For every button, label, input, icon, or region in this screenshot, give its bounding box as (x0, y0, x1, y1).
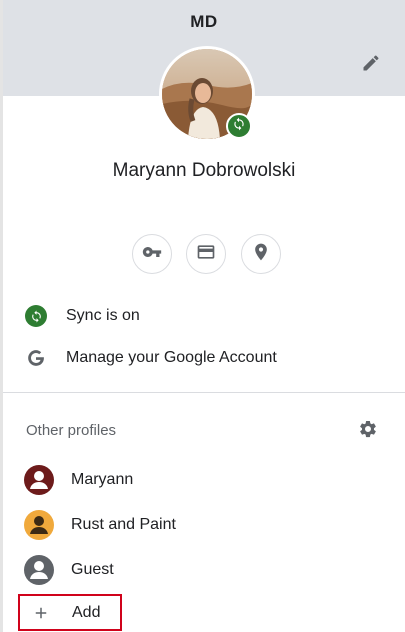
gear-icon (358, 419, 378, 444)
manage-account-label: Manage your Google Account (66, 349, 277, 366)
key-icon (142, 242, 162, 267)
edit-profile-button[interactable] (358, 52, 384, 78)
profile-name: Maryann Dobrowolski (112, 160, 296, 181)
plus-icon (30, 602, 52, 624)
sync-label: Sync is on (66, 307, 140, 324)
addresses-button[interactable] (241, 234, 281, 274)
sync-icon (232, 117, 246, 136)
profile-menu: MD Maryann Dobrowolski Sync is on Manage… (0, 0, 405, 632)
manage-account-row[interactable]: Manage your Google Account (24, 344, 277, 372)
add-profile-label: Add (72, 603, 101, 621)
profile-initials: MD (190, 12, 218, 31)
manage-profiles-button[interactable] (356, 419, 380, 443)
sync-status-icon-wrap (24, 304, 48, 328)
sync-row[interactable]: Sync is on (24, 302, 140, 330)
profile-name-label: Maryann (71, 471, 134, 488)
profile-item-maryann[interactable]: Maryann (24, 464, 133, 496)
quick-actions (132, 234, 282, 274)
section-divider (3, 392, 405, 393)
other-profiles-heading: Other profiles (26, 422, 117, 439)
sync-status-badge (226, 113, 252, 139)
profile-name-label: Rust and Paint (71, 516, 176, 533)
google-g-icon (24, 346, 48, 370)
profile-item-rust-and-paint[interactable]: Rust and Paint (24, 509, 176, 541)
profile-avatar-icon (24, 555, 54, 585)
profile-avatar-icon (24, 465, 54, 495)
profile-name-label: Guest (71, 561, 114, 578)
profile-item-guest[interactable]: Guest (24, 554, 114, 586)
add-profile-button[interactable]: Add (18, 594, 122, 631)
location-pin-icon (251, 242, 271, 267)
profile-avatar-container (159, 46, 255, 142)
sync-status-icon (25, 305, 47, 327)
profile-avatar-icon (24, 510, 54, 540)
pencil-icon (361, 53, 381, 78)
credit-card-icon (196, 242, 216, 267)
passwords-button[interactable] (132, 234, 172, 274)
payment-methods-button[interactable] (186, 234, 226, 274)
